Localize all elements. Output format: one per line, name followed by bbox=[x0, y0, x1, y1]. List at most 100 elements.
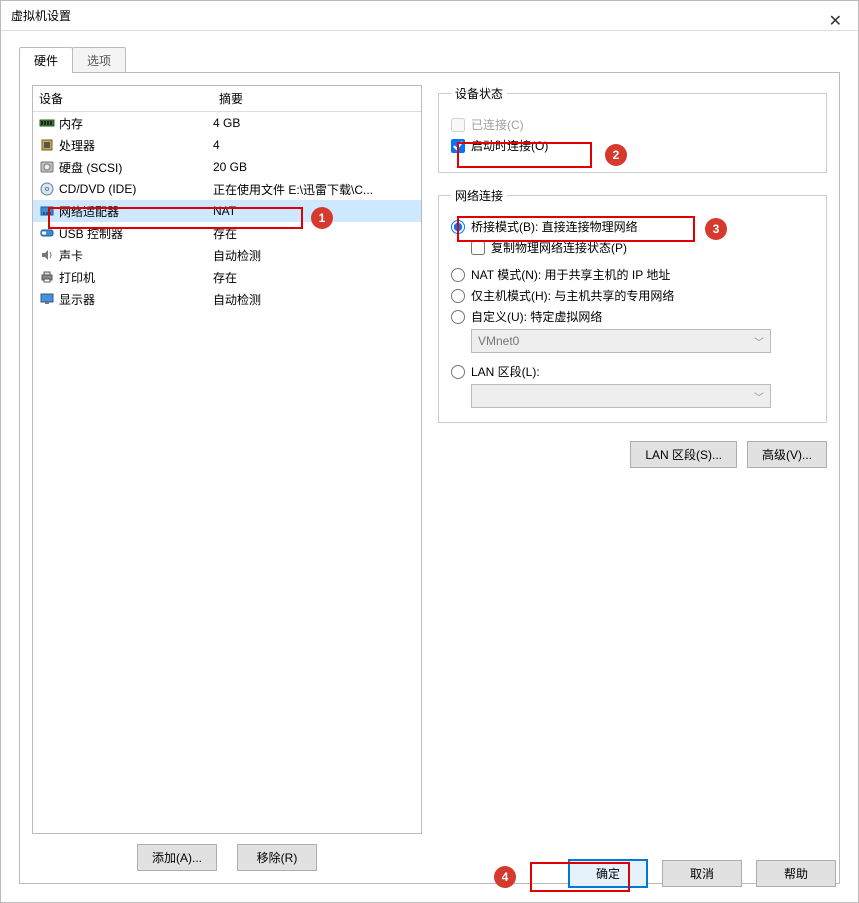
remove-button-label: 移除(R) bbox=[257, 851, 298, 865]
memory-icon bbox=[37, 115, 57, 131]
col-device: 设备 bbox=[33, 86, 213, 111]
add-button-label: 添加(A)... bbox=[152, 851, 202, 865]
custom-label: 自定义(U): 特定虚拟网络 bbox=[471, 308, 602, 325]
device-summary: 20 GB bbox=[213, 160, 417, 174]
custom-combo-value: VMnet0 bbox=[478, 334, 519, 348]
hardware-row[interactable]: USB 控制器存在 bbox=[33, 222, 421, 244]
poweron-label: 启动时连接(O) bbox=[471, 137, 548, 154]
lanseg-radio-row[interactable]: LAN 区段(L): bbox=[451, 363, 814, 380]
hardware-row[interactable]: 内存4 GB bbox=[33, 112, 421, 134]
hardware-row[interactable]: 显示器自动检测 bbox=[33, 288, 421, 310]
footer-buttons: 确定 取消 帮助 bbox=[568, 859, 836, 888]
nat-radio-row[interactable]: NAT 模式(N): 用于共享主机的 IP 地址 bbox=[451, 266, 814, 283]
cpu-icon bbox=[37, 137, 57, 153]
cd-icon bbox=[37, 181, 57, 197]
nic-icon bbox=[37, 203, 57, 219]
bridged-label: 桥接模式(B): 直接连接物理网络 bbox=[471, 218, 638, 235]
connected-label: 已连接(C) bbox=[471, 116, 524, 133]
lanseg-radio[interactable] bbox=[451, 365, 465, 379]
hostonly-label: 仅主机模式(H): 与主机共享的专用网络 bbox=[471, 287, 674, 304]
hostonly-radio-row[interactable]: 仅主机模式(H): 与主机共享的专用网络 bbox=[451, 287, 814, 304]
hardware-table-header: 设备 摘要 bbox=[33, 86, 421, 112]
hostonly-radio[interactable] bbox=[451, 289, 465, 303]
ok-label: 确定 bbox=[596, 867, 620, 881]
device-name: 内存 bbox=[57, 115, 213, 132]
device-name: 打印机 bbox=[57, 269, 213, 286]
custom-network-combo: VMnet0 ﹀ bbox=[471, 329, 771, 353]
connected-checkbox-row: 已连接(C) bbox=[451, 116, 814, 133]
left-buttons: 添加(A)... 移除(R) bbox=[32, 844, 422, 871]
close-button[interactable]: ✕ bbox=[821, 5, 850, 39]
cancel-button[interactable]: 取消 bbox=[662, 860, 742, 887]
network-connection-group: 网络连接 桥接模式(B): 直接连接物理网络 复制物理网络连接状态(P) NAT… bbox=[438, 187, 827, 423]
advanced-label: 高级(V)... bbox=[762, 448, 812, 462]
settings-window: 虚拟机设置 ✕ 硬件 选项 设备 摘要 内存4 GB处理器4硬盘 (SCSI)2… bbox=[0, 0, 859, 903]
hardware-row[interactable]: 打印机存在 bbox=[33, 266, 421, 288]
device-status-legend: 设备状态 bbox=[451, 85, 507, 102]
hardware-table: 设备 摘要 内存4 GB处理器4硬盘 (SCSI)20 GBCD/DVD (ID… bbox=[32, 85, 422, 834]
device-summary: 4 GB bbox=[213, 116, 417, 130]
device-name: 网络适配器 bbox=[57, 203, 213, 220]
bridged-radio[interactable] bbox=[451, 220, 465, 234]
hardware-right: 设备状态 已连接(C) 启动时连接(O) 网络连接 桥接模式(B): 直接连接物 bbox=[438, 85, 827, 871]
custom-radio-row[interactable]: 自定义(U): 特定虚拟网络 bbox=[451, 308, 814, 325]
custom-combo-wrap: VMnet0 ﹀ bbox=[471, 329, 814, 353]
disk-icon bbox=[37, 159, 57, 175]
tab-strip: 硬件 选项 bbox=[19, 47, 840, 73]
remove-button[interactable]: 移除(R) bbox=[237, 844, 317, 871]
device-summary: 自动检测 bbox=[213, 291, 417, 308]
add-button[interactable]: 添加(A)... bbox=[137, 844, 217, 871]
printer-icon bbox=[37, 269, 57, 285]
device-name: USB 控制器 bbox=[57, 225, 213, 242]
hardware-panel: 设备 摘要 内存4 GB处理器4硬盘 (SCSI)20 GBCD/DVD (ID… bbox=[19, 72, 840, 884]
device-summary: 存在 bbox=[213, 269, 417, 286]
connected-checkbox bbox=[451, 118, 465, 132]
hardware-row[interactable]: 硬盘 (SCSI)20 GB bbox=[33, 156, 421, 178]
body: 硬件 选项 设备 摘要 内存4 GB处理器4硬盘 (SCSI)20 GBCD/D… bbox=[1, 31, 858, 884]
window-title: 虚拟机设置 bbox=[11, 9, 71, 23]
usb-icon bbox=[37, 225, 57, 241]
help-label: 帮助 bbox=[784, 867, 808, 881]
device-name: 硬盘 (SCSI) bbox=[57, 159, 213, 176]
device-summary: NAT bbox=[213, 204, 417, 218]
help-button[interactable]: 帮助 bbox=[756, 860, 836, 887]
device-summary: 存在 bbox=[213, 225, 417, 242]
hardware-left: 设备 摘要 内存4 GB处理器4硬盘 (SCSI)20 GBCD/DVD (ID… bbox=[32, 85, 422, 871]
nat-label: NAT 模式(N): 用于共享主机的 IP 地址 bbox=[471, 266, 670, 283]
network-connection-legend: 网络连接 bbox=[451, 187, 507, 204]
replicate-checkbox-row[interactable]: 复制物理网络连接状态(P) bbox=[471, 239, 814, 256]
poweron-checkbox-row[interactable]: 启动时连接(O) bbox=[451, 137, 814, 154]
hardware-row[interactable]: CD/DVD (IDE)正在使用文件 E:\迅雷下载\C... bbox=[33, 178, 421, 200]
advanced-button[interactable]: 高级(V)... bbox=[747, 441, 827, 468]
nat-radio[interactable] bbox=[451, 268, 465, 282]
device-name: 显示器 bbox=[57, 291, 213, 308]
col-summary: 摘要 bbox=[213, 86, 421, 111]
lan-segments-button[interactable]: LAN 区段(S)... bbox=[630, 441, 737, 468]
device-name: 声卡 bbox=[57, 247, 213, 264]
hardware-row[interactable]: 处理器4 bbox=[33, 134, 421, 156]
tab-hardware[interactable]: 硬件 bbox=[19, 47, 73, 73]
device-summary: 4 bbox=[213, 138, 417, 152]
device-status-group: 设备状态 已连接(C) 启动时连接(O) bbox=[438, 85, 827, 173]
tab-options-label: 选项 bbox=[87, 54, 111, 68]
tab-hardware-label: 硬件 bbox=[34, 54, 58, 68]
hardware-rows: 内存4 GB处理器4硬盘 (SCSI)20 GBCD/DVD (IDE)正在使用… bbox=[33, 112, 421, 310]
custom-radio[interactable] bbox=[451, 310, 465, 324]
ok-button[interactable]: 确定 bbox=[568, 859, 648, 888]
lanseg-combo-wrap: ﹀ bbox=[471, 384, 814, 408]
hardware-row[interactable]: 声卡自动检测 bbox=[33, 244, 421, 266]
poweron-checkbox[interactable] bbox=[451, 139, 465, 153]
hardware-row[interactable]: 网络适配器NAT bbox=[33, 200, 421, 222]
replicate-checkbox[interactable] bbox=[471, 241, 485, 255]
sound-icon bbox=[37, 247, 57, 263]
tab-options[interactable]: 选项 bbox=[72, 47, 126, 73]
replicate-label: 复制物理网络连接状态(P) bbox=[491, 239, 627, 256]
chevron-down-icon: ﹀ bbox=[754, 389, 764, 404]
titlebar: 虚拟机设置 ✕ bbox=[1, 1, 858, 31]
display-icon bbox=[37, 291, 57, 307]
chevron-down-icon: ﹀ bbox=[754, 334, 764, 349]
right-buttons: LAN 区段(S)... 高级(V)... bbox=[438, 441, 827, 468]
device-summary: 正在使用文件 E:\迅雷下载\C... bbox=[213, 181, 417, 198]
device-name: CD/DVD (IDE) bbox=[57, 182, 213, 196]
bridged-radio-row[interactable]: 桥接模式(B): 直接连接物理网络 bbox=[451, 218, 814, 235]
